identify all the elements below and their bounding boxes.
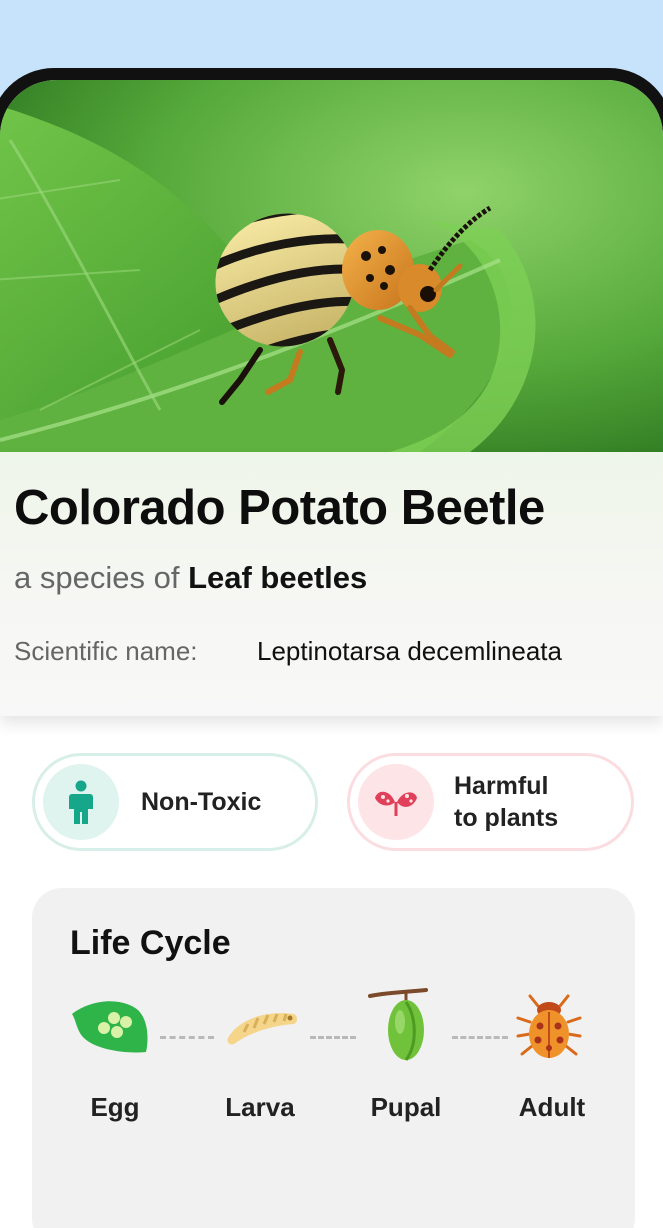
- larva-icon: [224, 1006, 300, 1051]
- species-info-panel: Colorado Potato Beetle a species of Leaf…: [0, 452, 663, 716]
- life-cycle-card: Life Cycle Egg Larva Pupal Adult: [32, 888, 635, 1228]
- non-toxic-badge[interactable]: Non-Toxic: [32, 753, 318, 851]
- screen: Colorado Potato Beetle a species of Leaf…: [0, 80, 663, 1228]
- stage-label-adult: Adult: [518, 1092, 586, 1122]
- harmful-leaf-icon: [358, 764, 434, 840]
- harmful-label-line2: to plants: [454, 804, 559, 832]
- scientific-name-label: Scientific name:: [14, 636, 198, 666]
- scientific-name-value: Leptinotarsa decemlineata: [257, 636, 562, 666]
- person-icon: [43, 764, 119, 840]
- species-subtitle: a species of Leaf beetles: [14, 560, 367, 596]
- stage-label-egg: Egg: [90, 1092, 140, 1122]
- stage-connector: [310, 1036, 356, 1039]
- species-title: Colorado Potato Beetle: [14, 481, 545, 535]
- harmful-badge[interactable]: Harmful to plants: [347, 753, 634, 851]
- egg-leaf-icon: [70, 996, 150, 1061]
- non-toxic-label: Non-Toxic: [141, 788, 262, 816]
- harmful-label-line1: Harmful: [454, 772, 549, 800]
- phone-frame: Colorado Potato Beetle a species of Leaf…: [0, 68, 663, 1228]
- harmful-label: Harmful to plants: [454, 770, 558, 834]
- beetle-photo: [0, 80, 663, 452]
- stage-label-larva: Larva: [225, 1092, 295, 1122]
- stage-connector: [160, 1036, 214, 1039]
- stage-label-pupal: Pupal: [370, 1092, 442, 1122]
- life-cycle-title: Life Cycle: [70, 924, 231, 962]
- subtitle-prefix: a species of: [14, 560, 180, 595]
- stage-connector: [452, 1036, 508, 1039]
- pupa-icon: [366, 986, 430, 1071]
- species-group-link[interactable]: Leaf beetles: [188, 560, 367, 595]
- beetle-icon: [516, 992, 582, 1067]
